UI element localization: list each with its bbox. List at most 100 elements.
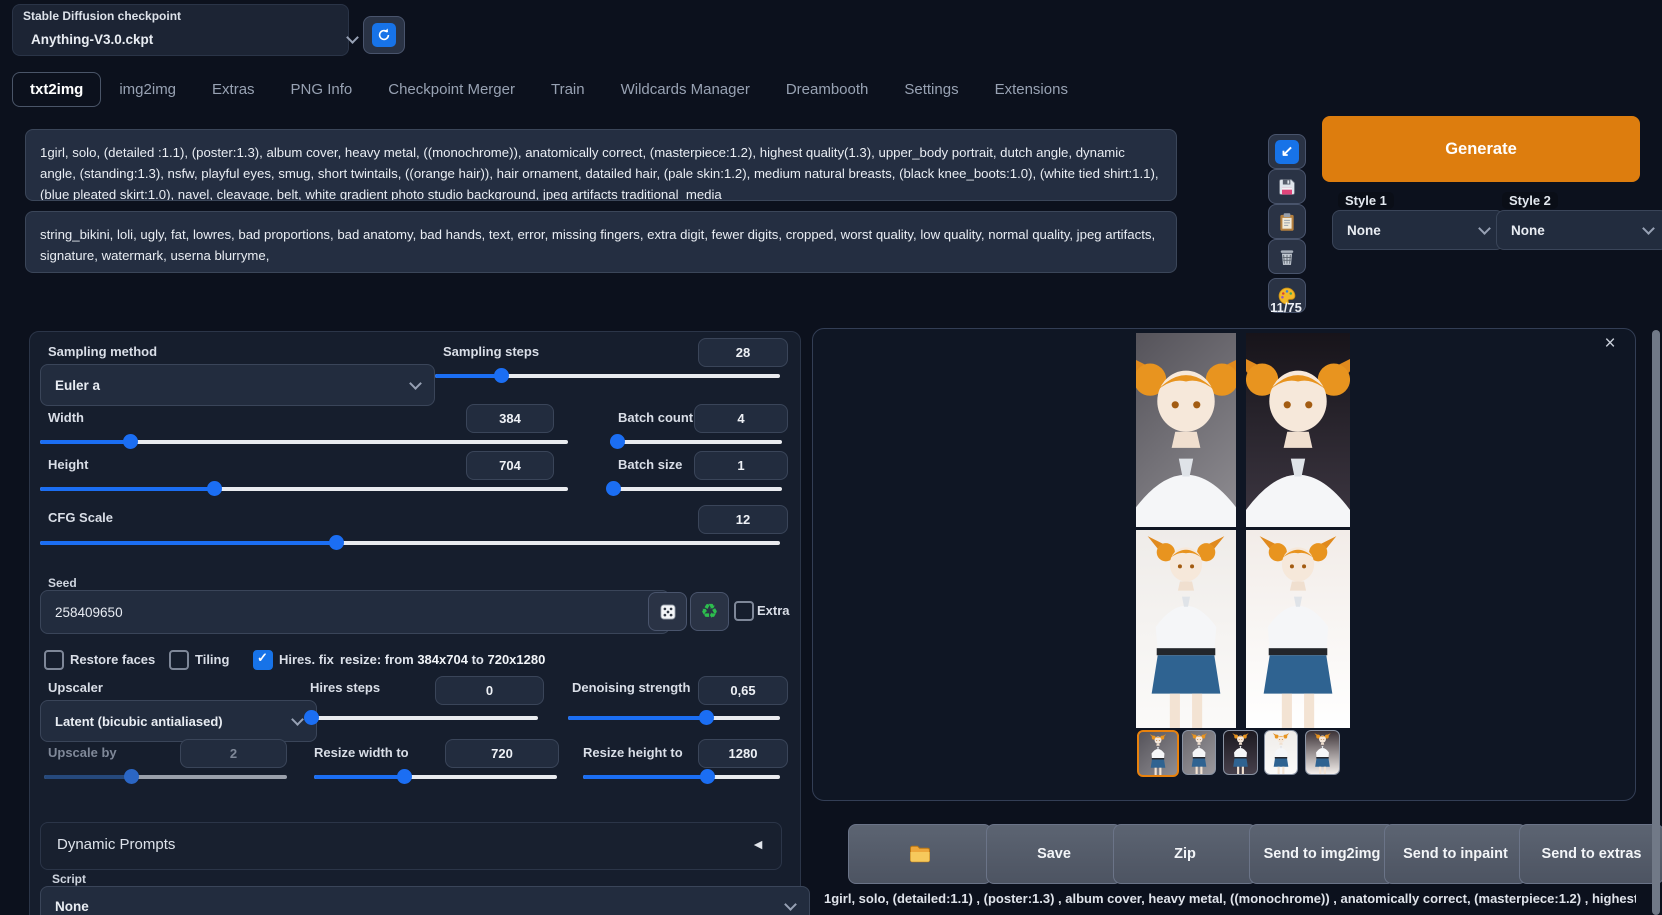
denoising-strength-input[interactable]: 0,65 bbox=[698, 676, 788, 705]
style1-dropdown[interactable]: None bbox=[1332, 210, 1504, 250]
trash-icon bbox=[1277, 247, 1297, 267]
slider-knob[interactable] bbox=[303, 710, 319, 725]
batch-count-slider[interactable] bbox=[609, 434, 782, 449]
script-label: Script bbox=[52, 872, 87, 886]
slider-knob[interactable] bbox=[493, 368, 509, 383]
refresh-checkpoints-button[interactable] bbox=[363, 16, 405, 54]
gallery-thumbnail-5[interactable] bbox=[1305, 730, 1340, 775]
tiling-checkbox[interactable] bbox=[169, 650, 189, 670]
dynamic-prompts-accordion[interactable]: Dynamic Prompts ◄ bbox=[40, 822, 782, 870]
upscaler-value: Latent (bicubic antialiased) bbox=[55, 713, 223, 729]
cfg-scale-slider[interactable] bbox=[40, 535, 780, 550]
tab-extras[interactable]: Extras bbox=[194, 72, 273, 107]
resize-height-input[interactable]: 1280 bbox=[698, 739, 788, 768]
upscaler-dropdown[interactable]: Latent (bicubic antialiased) bbox=[40, 700, 317, 742]
anime-figure-placeholder bbox=[1136, 333, 1236, 527]
slider-fill bbox=[40, 487, 215, 491]
tab-train[interactable]: Train bbox=[533, 72, 603, 107]
slider-fill bbox=[583, 775, 708, 779]
script-dropdown[interactable]: None bbox=[40, 886, 810, 915]
style2-dropdown[interactable]: None bbox=[1496, 210, 1662, 250]
generated-image-4[interactable] bbox=[1246, 530, 1350, 728]
clipboard-icon bbox=[1277, 212, 1297, 232]
hires-fix-label: Hires. fix bbox=[279, 652, 334, 667]
tab-checkpoint-merger[interactable]: Checkpoint Merger bbox=[370, 72, 533, 107]
anime-figure-placeholder bbox=[1183, 731, 1215, 774]
random-seed-button[interactable] bbox=[648, 592, 687, 631]
generated-image-1[interactable] bbox=[1136, 333, 1236, 527]
slider-knob[interactable] bbox=[122, 434, 138, 449]
resize-info-to: 720x1280 bbox=[487, 652, 546, 667]
floppy-icon bbox=[1277, 177, 1297, 197]
resize-info-from: 384x704 bbox=[417, 652, 468, 667]
send-to-inpaint-button[interactable]: Send to inpaint bbox=[1384, 824, 1527, 884]
checkpoint-dropdown[interactable]: Anything-V3.0.ckpt bbox=[17, 26, 371, 52]
generation-info-text: 1girl, solo, (detailed:1.1) , (poster:1.… bbox=[824, 891, 1636, 906]
sampling-steps-input[interactable]: 28 bbox=[698, 338, 788, 367]
width-input[interactable]: 384 bbox=[466, 404, 554, 433]
folder-icon bbox=[908, 842, 932, 866]
send-to-img2img-button[interactable]: Send to img2img bbox=[1249, 824, 1395, 884]
tab-img2img[interactable]: img2img bbox=[101, 72, 194, 107]
batch-count-input[interactable]: 4 bbox=[694, 404, 788, 433]
extra-seed-checkbox[interactable] bbox=[734, 601, 754, 621]
upscale-by-slider bbox=[44, 769, 287, 784]
reuse-seed-button[interactable]: ♻ bbox=[690, 592, 729, 631]
slider-fill bbox=[40, 440, 130, 444]
read-generation-params-button[interactable]: ↙ bbox=[1268, 134, 1306, 169]
generate-button[interactable]: Generate bbox=[1322, 116, 1640, 182]
style2-value: None bbox=[1511, 222, 1545, 238]
arrow-down-left-icon: ↙ bbox=[1275, 139, 1299, 164]
zip-button[interactable]: Zip bbox=[1113, 824, 1257, 884]
sampling-method-dropdown[interactable]: Euler a bbox=[40, 364, 435, 406]
gallery-thumbnail-1[interactable] bbox=[1137, 730, 1179, 777]
batch-size-input[interactable]: 1 bbox=[694, 451, 788, 480]
paste-style-button[interactable] bbox=[1268, 204, 1306, 239]
tab-extensions[interactable]: Extensions bbox=[977, 72, 1086, 107]
checkpoint-block: Stable Diffusion checkpoint Anything-V3.… bbox=[12, 4, 349, 56]
tab-wildcards-manager[interactable]: Wildcards Manager bbox=[603, 72, 768, 107]
sampling-steps-slider[interactable] bbox=[435, 368, 780, 383]
tab-settings[interactable]: Settings bbox=[886, 72, 976, 107]
denoising-strength-label: Denoising strength bbox=[572, 680, 691, 695]
denoising-strength-slider[interactable] bbox=[568, 710, 780, 725]
slider-knob[interactable] bbox=[329, 535, 344, 550]
tab-png-info[interactable]: PNG Info bbox=[273, 72, 371, 107]
tab-txt2img[interactable]: txt2img bbox=[12, 72, 102, 107]
width-slider[interactable] bbox=[40, 434, 568, 449]
height-slider[interactable] bbox=[40, 481, 568, 496]
clear-prompt-button[interactable] bbox=[1268, 239, 1306, 274]
slider-knob[interactable] bbox=[698, 710, 714, 725]
height-input[interactable]: 704 bbox=[466, 451, 554, 480]
save-button[interactable]: Save bbox=[986, 824, 1122, 884]
hires-steps-slider[interactable] bbox=[303, 710, 538, 725]
save-style-button[interactable] bbox=[1268, 169, 1306, 204]
anime-figure-placeholder bbox=[1306, 731, 1339, 774]
hires-steps-input[interactable]: 0 bbox=[435, 676, 544, 705]
seed-input[interactable]: 258409650 bbox=[40, 590, 670, 634]
hires-steps-label: Hires steps bbox=[310, 680, 381, 695]
negative-prompt-input[interactable]: string_bikini, loli, ugly, fat, lowres, … bbox=[25, 211, 1177, 273]
tiling-label: Tiling bbox=[195, 652, 230, 667]
page-scrollbar[interactable] bbox=[1652, 330, 1660, 915]
gallery-close-button[interactable]: × bbox=[1598, 332, 1622, 356]
resize-width-slider[interactable] bbox=[314, 769, 557, 784]
generated-image-3[interactable] bbox=[1136, 530, 1236, 728]
send-to-extras-button[interactable]: Send to extras bbox=[1519, 824, 1662, 884]
tab-dreambooth[interactable]: Dreambooth bbox=[768, 72, 887, 107]
gallery-thumbnail-4[interactable] bbox=[1264, 730, 1298, 775]
resize-width-input[interactable]: 720 bbox=[445, 739, 559, 768]
open-folder-button[interactable] bbox=[848, 824, 992, 884]
cfg-scale-input[interactable]: 12 bbox=[698, 505, 788, 534]
batch-size-slider[interactable] bbox=[606, 481, 782, 496]
slider-knob[interactable] bbox=[396, 769, 412, 784]
generated-image-2[interactable] bbox=[1246, 333, 1350, 527]
cfg-scale-label: CFG Scale bbox=[48, 510, 114, 525]
hires-fix-checkbox[interactable] bbox=[253, 650, 273, 670]
gallery-thumbnail-3[interactable] bbox=[1223, 730, 1258, 775]
slider-knob[interactable] bbox=[609, 434, 625, 449]
gallery-thumbnail-2[interactable] bbox=[1182, 730, 1216, 775]
positive-prompt-input[interactable]: 1girl, solo, (detailed :1.1), (poster:1.… bbox=[25, 129, 1177, 201]
resize-height-slider[interactable] bbox=[583, 769, 780, 784]
restore-faces-checkbox[interactable] bbox=[44, 650, 64, 670]
